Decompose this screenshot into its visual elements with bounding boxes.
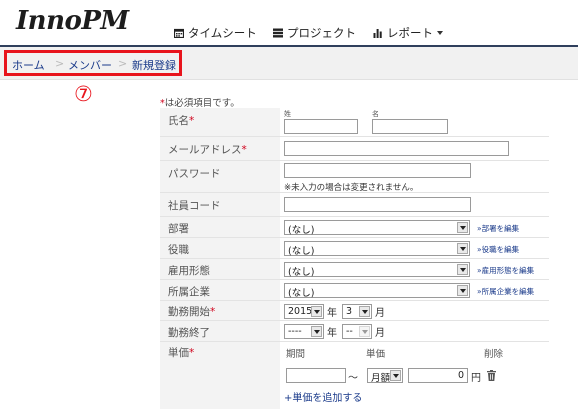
edit-employment-type-link[interactable]: »雇用形態を編集 [477,265,534,276]
row-company: 所属企業 (なし) »所属企業を編集 [160,280,549,301]
row-start: 勤務開始* 2015 年 3 月 [160,301,549,321]
price-basis-select[interactable]: 月額 [367,368,403,384]
required-note: *は必須項目です。 [160,95,240,109]
list-icon [273,28,283,38]
chevron-down-icon [390,370,401,381]
department-label: 部署 [160,217,280,237]
edit-company-link[interactable]: »所属企業を編集 [477,286,534,297]
unit-price-label: 単価* [160,342,280,409]
start-month-unit: 月 [375,308,385,319]
chevron-down-icon [457,285,468,296]
trash-icon[interactable] [487,370,496,381]
app-header: InnoPM タイムシート プロジェクト レポート [0,0,578,47]
edit-department-link[interactable]: »部署を編集 [477,223,519,234]
row-unit-price: 単価* 期間 単価 削除 〜 月額 0 円 +単価を追加する [160,342,549,409]
employee-code-label: 社員コード [160,193,280,216]
password-hint: ※未入力の場合は変更されません。 [284,183,419,193]
start-year-unit: 年 [327,308,337,319]
end-year-select[interactable]: ---- [284,324,324,339]
row-employee-code: 社員コード [160,193,549,217]
end-month-unit: 月 [375,328,385,339]
edit-position-link[interactable]: »役職を編集 [477,244,519,255]
nav-report-label: レポート [387,26,433,40]
row-name: 氏名* 姓 名 [160,108,549,137]
end-label: 勤務終了 [160,321,280,341]
row-end: 勤務終了 ---- 年 -- 月 [160,321,549,342]
password-field[interactable] [284,163,471,178]
period-tilde: 〜 [348,373,358,384]
highlight-box [4,50,182,76]
add-unit-price-link[interactable]: +単価を追加する [284,389,362,404]
calendar-icon [174,28,184,38]
chevron-down-icon [359,306,370,317]
chevron-down-icon [457,243,468,254]
col-delete: 削除 [484,349,504,360]
nav-timesheet[interactable]: タイムシート [174,25,257,41]
first-name-caption: 名 [372,110,379,118]
company-label: 所属企業 [160,280,280,300]
start-month-select[interactable]: 3 [342,304,372,319]
company-select[interactable]: (なし) [284,283,470,299]
email-field[interactable] [284,141,509,156]
password-label: パスワード [160,161,280,192]
chevron-down-icon [311,326,322,337]
col-price: 単価 [366,349,386,360]
position-label: 役職 [160,238,280,258]
start-year-select[interactable]: 2015 [284,304,324,319]
app-logo[interactable]: InnoPM [16,6,129,36]
start-label: 勤務開始* [160,301,280,320]
last-name-caption: 姓 [284,110,291,118]
step-marker: ⑦ [74,82,93,106]
nav-project-label: プロジェクト [287,26,356,40]
row-department: 部署 (なし) »部署を編集 [160,217,549,238]
nav-project[interactable]: プロジェクト [273,25,356,41]
position-select[interactable]: (なし) [284,241,470,257]
nav-timesheet-label: タイムシート [188,26,257,40]
nav-report[interactable]: レポート [373,25,443,41]
chevron-down-icon [359,326,370,337]
department-select[interactable]: (なし) [284,220,470,236]
row-position: 役職 (なし) »役職を編集 [160,238,549,259]
end-month-select[interactable]: -- [342,324,372,339]
end-year-unit: 年 [327,328,337,339]
bar-chart-icon [373,29,382,38]
row-email: メールアドレス* [160,137,549,161]
logo-inno: Inno [16,6,82,36]
col-period: 期間 [286,349,306,360]
member-form: 氏名* 姓 名 メールアドレス* パスワード ※未入力の場合は変更されません。 … [160,108,549,409]
price-amount-input[interactable]: 0 [408,368,468,383]
name-label: 氏名* [160,108,280,136]
chevron-down-icon [457,264,468,275]
row-employment-type: 雇用形態 (なし) »雇用形態を編集 [160,259,549,280]
price-period-input[interactable] [286,368,346,383]
last-name-input[interactable] [284,119,358,134]
logo-pm: PM [81,6,129,36]
first-name-input[interactable] [372,119,448,134]
employee-code-field[interactable] [284,197,471,212]
chevron-down-icon [437,31,443,35]
row-password: パスワード ※未入力の場合は変更されません。 [160,161,549,193]
currency-unit: 円 [471,373,481,384]
email-label: メールアドレス* [160,137,280,160]
employment-type-select[interactable]: (なし) [284,262,470,278]
chevron-down-icon [457,222,468,233]
employment-type-label: 雇用形態 [160,259,280,279]
chevron-down-icon [311,306,322,317]
